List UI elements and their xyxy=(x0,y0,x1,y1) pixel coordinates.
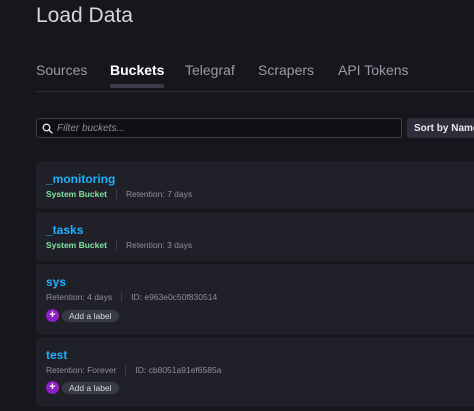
tab-buckets[interactable]: Buckets xyxy=(110,62,165,88)
bucket-meta: System Bucket Retention: 7 days xyxy=(46,189,192,199)
bucket-meta: System Bucket Retention: 3 days xyxy=(46,240,192,250)
search-icon xyxy=(37,119,57,137)
tabs-divider xyxy=(36,91,474,92)
page-title: Load Data xyxy=(36,4,133,27)
bucket-card-monitoring: _monitoring System Bucket Retention: 7 d… xyxy=(36,161,474,209)
system-bucket-badge: System Bucket xyxy=(46,240,107,250)
bucket-meta: Retention: 4 days ID: e963e0c50f830514 xyxy=(46,292,217,302)
tab-bar: Sources Buckets Telegraf Scrapers API To… xyxy=(36,62,474,92)
bucket-name[interactable]: _monitoring xyxy=(46,172,115,186)
meta-divider xyxy=(115,189,117,199)
tab-api-tokens[interactable]: API Tokens xyxy=(338,62,409,78)
bucket-card-test: test Retention: Forever ID: cb8051a91ef6… xyxy=(36,337,474,407)
bucket-card-tasks: _tasks System Bucket Retention: 3 days xyxy=(36,212,474,261)
system-bucket-badge: System Bucket xyxy=(46,189,107,199)
bucket-card-sys: sys Retention: 4 days ID: e963e0c50f8305… xyxy=(36,264,474,335)
bucket-name[interactable]: test xyxy=(46,348,67,362)
filter-buckets-field[interactable] xyxy=(36,118,402,138)
bucket-name[interactable]: _tasks xyxy=(46,223,83,237)
bucket-retention: Retention: Forever xyxy=(46,365,117,375)
filter-buckets-input[interactable] xyxy=(57,122,401,134)
bucket-id: ID: cb8051a91ef6585a xyxy=(135,365,222,375)
add-label-button[interactable]: Add a label xyxy=(62,381,119,394)
bucket-meta: Retention: Forever ID: cb8051a91ef6585a xyxy=(46,365,221,375)
add-label-control[interactable]: + Add a label xyxy=(46,309,119,322)
tab-sources[interactable]: Sources xyxy=(36,62,87,78)
add-label-button[interactable]: Add a label xyxy=(62,309,119,322)
bucket-retention: Retention: 3 days xyxy=(125,240,193,250)
tab-telegraf[interactable]: Telegraf xyxy=(185,62,235,78)
sort-by-name-button[interactable]: Sort by Name xyxy=(407,118,474,138)
plus-icon[interactable]: + xyxy=(46,309,59,322)
meta-divider xyxy=(125,365,127,375)
add-label-control[interactable]: + Add a label xyxy=(46,381,119,394)
meta-divider xyxy=(121,292,123,302)
bucket-retention: Retention: 7 days xyxy=(125,189,193,199)
plus-icon[interactable]: + xyxy=(46,381,59,394)
bucket-retention: Retention: 4 days xyxy=(46,292,113,302)
bucket-id: ID: e963e0c50f830514 xyxy=(131,292,218,302)
meta-divider xyxy=(115,240,117,250)
bucket-name[interactable]: sys xyxy=(46,275,66,289)
tab-scrapers[interactable]: Scrapers xyxy=(258,62,314,78)
